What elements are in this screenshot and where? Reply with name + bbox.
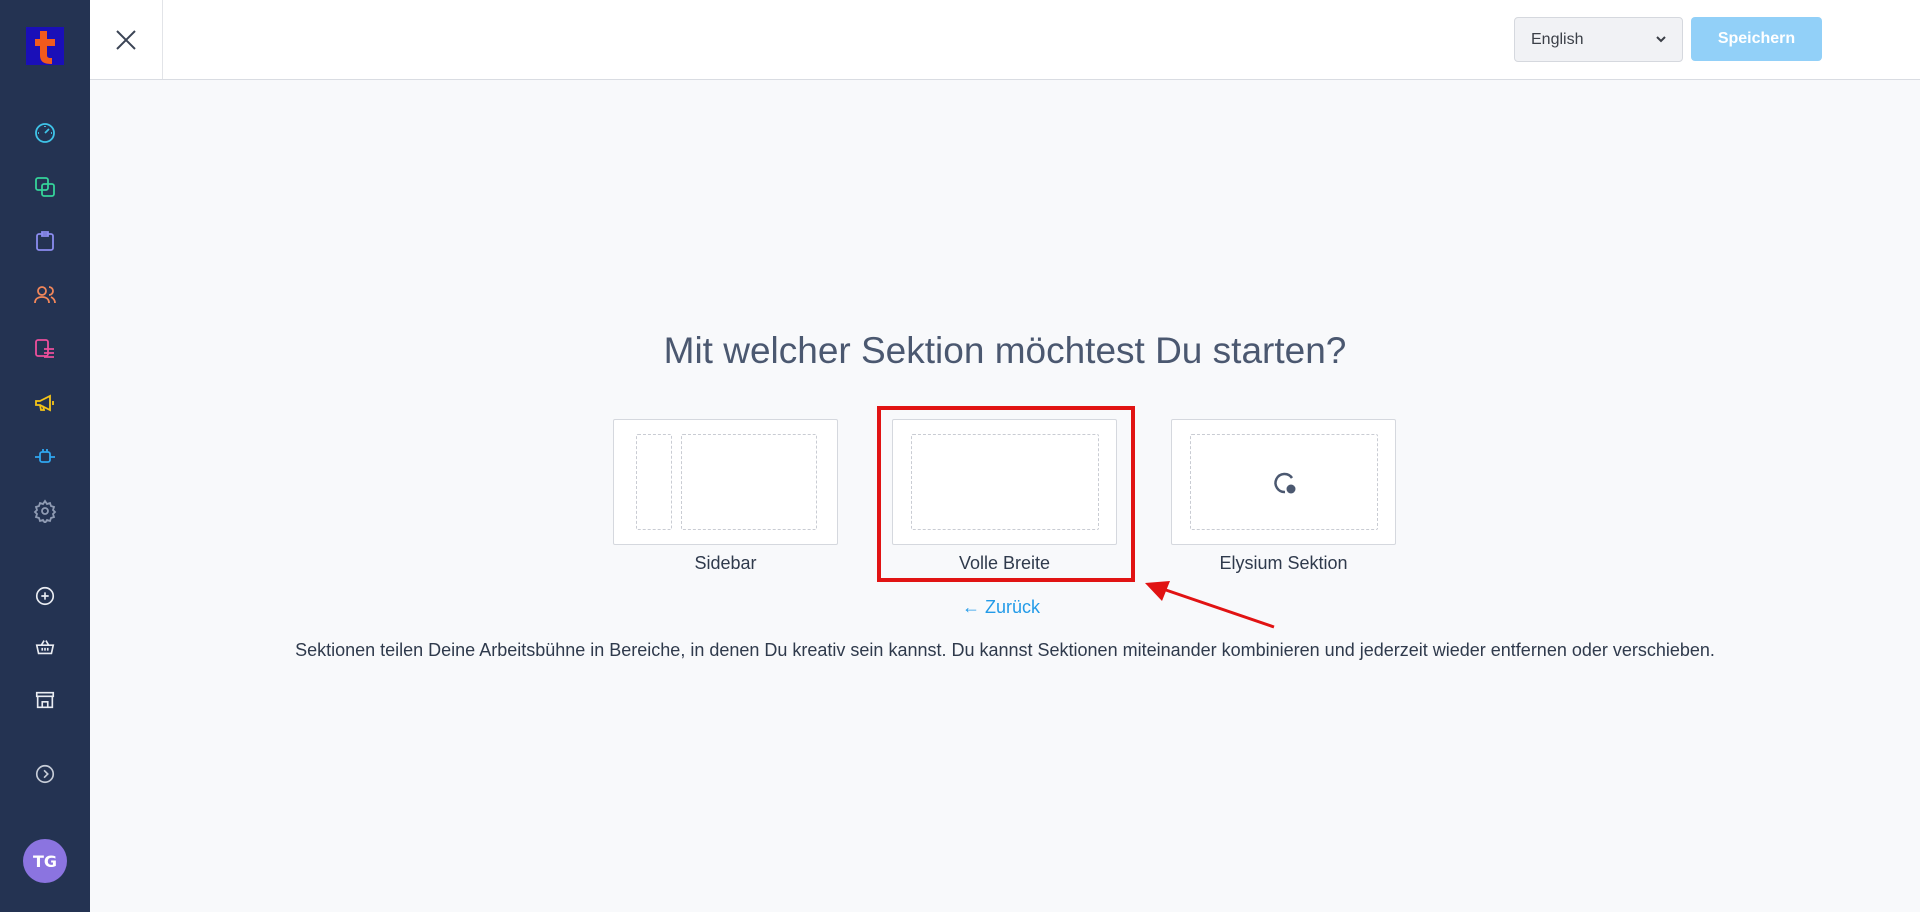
topbar: English Speichern: [90, 0, 1920, 80]
avatar-initials: TG: [32, 851, 58, 871]
avatar[interactable]: TG: [23, 839, 67, 883]
chevron-right-circle-icon[interactable]: [31, 760, 59, 788]
megaphone-icon[interactable]: [31, 389, 59, 417]
option-card-sidebar[interactable]: [613, 419, 838, 545]
pages-icon[interactable]: [31, 173, 59, 201]
option-card-elysium[interactable]: [1171, 419, 1396, 545]
save-button[interactable]: Speichern: [1691, 17, 1822, 61]
option-label-full-width: Volle Breite: [958, 553, 1051, 573]
option-label-elysium: Elysium Sektion: [1219, 553, 1348, 573]
preview-main-column: [681, 434, 817, 530]
preview-sidebar-column: [636, 434, 672, 530]
app-logo[interactable]: [26, 27, 64, 65]
option-label-sidebar: Sidebar: [694, 553, 757, 573]
description-text: Sektionen teilen Deine Arbeitsbühne in B…: [295, 640, 1715, 660]
plug-icon[interactable]: [31, 443, 59, 471]
clipboard-icon[interactable]: [31, 227, 59, 255]
store-icon[interactable]: [31, 686, 59, 714]
page-title: Mit welcher Sektion möchtest Du starten?: [663, 330, 1347, 371]
option-card-full-width[interactable]: [892, 419, 1117, 545]
language-value: English: [1531, 30, 1584, 48]
close-button[interactable]: [90, 0, 163, 79]
plus-circle-icon[interactable]: [31, 582, 59, 610]
sidebar: TG: [0, 0, 90, 912]
gear-icon[interactable]: [31, 497, 59, 525]
users-icon[interactable]: [31, 281, 59, 309]
chevron-down-icon: [1656, 36, 1666, 43]
dashboard-icon[interactable]: [31, 119, 59, 147]
language-select[interactable]: English: [1514, 17, 1683, 62]
list-icon[interactable]: [31, 335, 59, 363]
preview-full-width: [911, 434, 1099, 530]
preview-elysium: [1190, 434, 1378, 530]
close-icon: [116, 29, 136, 50]
basket-icon[interactable]: [31, 633, 59, 661]
back-link[interactable]: ← Zurück: [962, 597, 1040, 618]
annotation-arrow-icon: [1145, 581, 1275, 629]
elysium-icon: [1274, 472, 1296, 494]
